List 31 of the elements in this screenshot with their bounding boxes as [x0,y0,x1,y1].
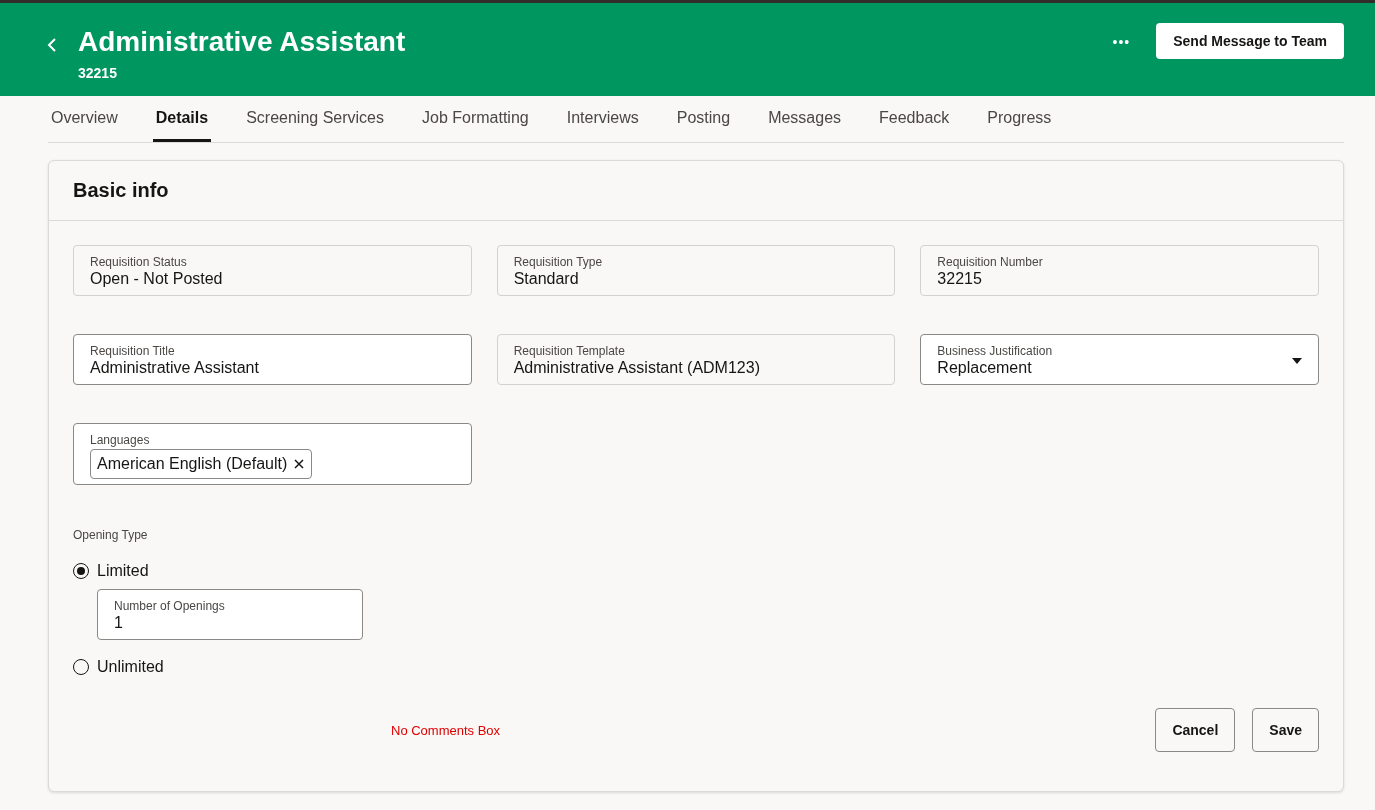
remove-icon[interactable] [293,458,306,470]
tab[interactable]: Messages [765,96,845,142]
input-field[interactable]: Requisition Title Administrative Assistant [73,334,472,385]
tag-input-field[interactable]: Languages American English (Default) [73,423,472,485]
caret-icon [1292,358,1302,364]
field-label: Opening Type [73,528,149,542]
note-text: No Comments Box [391,722,502,738]
tab[interactable]: Progress [984,96,1055,142]
tab[interactable]: Job Formatting [419,96,532,142]
requisition-number: 32215 [78,65,118,81]
page-title: Administrative Assistant [78,25,407,59]
tab[interactable]: Screening Services [243,96,387,142]
send-message-button[interactable]: Send Message to Team [1156,23,1344,59]
select-field[interactable]: Business Justification Replacement [920,334,1319,385]
readonly-field: Requisition Status Open - Not Posted [73,245,472,296]
tab[interactable]: Feedback [876,96,953,142]
section-title: Basic info [73,179,169,202]
tab[interactable]: Details [152,96,212,142]
tab[interactable]: Posting [673,96,734,142]
cancel-button[interactable]: Cancel [1155,708,1236,752]
readonly-field: Requisition Number 32215 [920,245,1319,296]
readonly-field: Requisition Type Standard [496,245,896,296]
input-field[interactable]: Number of Openings 1 [97,589,363,640]
radio-label: Unlimited [97,658,164,676]
radio-label: Limited [97,562,149,580]
more-button[interactable]: ••• [1106,27,1137,57]
tab[interactable]: Interviews [563,96,642,142]
tab[interactable]: Overview [48,96,121,142]
back-icon[interactable] [47,37,57,53]
save-button[interactable]: Save [1252,708,1319,752]
readonly-field: Requisition Template Administrative Assistant (ADM123) [496,334,896,385]
